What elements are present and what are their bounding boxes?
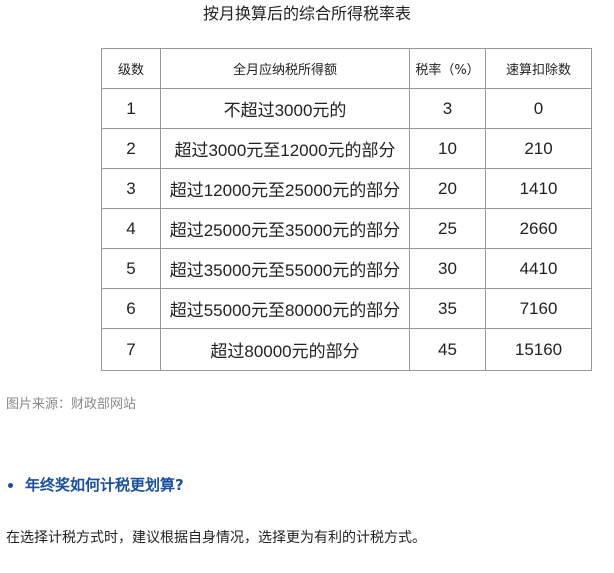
cell-tax-rate: 20: [409, 168, 486, 209]
cell-tax-rate: 10: [409, 128, 486, 169]
cell-tax-rate: 3: [409, 88, 486, 129]
cell-level: 3: [101, 168, 161, 209]
cell-quick-deduction: 1410: [485, 168, 592, 209]
table-row: 1 不超过3000元的 3 0: [101, 88, 592, 129]
cell-quick-deduction: 2660: [485, 208, 592, 249]
cell-level: 2: [101, 128, 161, 169]
bullet-icon: [8, 482, 13, 488]
section-heading: 年终奖如何计税更划算?: [8, 474, 184, 496]
image-source-caption: 图片来源：财政部网站: [6, 397, 137, 412]
table-title: 按月换算后的综合所得税率表: [202, 4, 411, 23]
table-row: 6 超过55000元至80000元的部分 35 7160: [101, 288, 592, 329]
cell-tax-rate: 45: [409, 328, 486, 371]
cell-taxable-income: 不超过3000元的: [160, 88, 410, 129]
section-heading-text: 年终奖如何计税更划算?: [25, 476, 184, 494]
table-row: 2 超过3000元至12000元的部分 10 210: [101, 128, 592, 169]
cell-level: 1: [101, 88, 161, 129]
cell-tax-rate: 35: [409, 288, 486, 329]
body-paragraph: 在选择计税方式时，建议根据自身情况，选择更为有利的计税方式。: [6, 530, 426, 546]
cell-quick-deduction: 15160: [485, 328, 592, 371]
cell-taxable-income: 超过35000元至55000元的部分: [160, 248, 410, 289]
cell-tax-rate: 30: [409, 248, 486, 289]
cell-tax-rate: 25: [409, 208, 486, 249]
cell-quick-deduction: 7160: [485, 288, 592, 329]
cell-quick-deduction: 0: [485, 88, 592, 129]
cell-level: 4: [101, 208, 161, 249]
cell-quick-deduction: 210: [485, 128, 592, 169]
cell-taxable-income: 超过3000元至12000元的部分: [160, 128, 410, 169]
table-row: 3 超过12000元至25000元的部分 20 1410: [101, 168, 592, 209]
cell-taxable-income: 超过80000元的部分: [160, 328, 410, 371]
cell-quick-deduction: 4410: [485, 248, 592, 289]
cell-level: 6: [101, 288, 161, 329]
cell-taxable-income: 超过25000元至35000元的部分: [160, 208, 410, 249]
cell-level: 7: [101, 328, 161, 371]
cell-level: 5: [101, 248, 161, 289]
header-quick-deduction: 速算扣除数: [485, 48, 592, 89]
cell-taxable-income: 超过55000元至80000元的部分: [160, 288, 410, 329]
header-taxable-income: 全月应纳税所得额: [160, 48, 410, 89]
table-header-row: 级数 全月应纳税所得额 税率（%） 速算扣除数: [101, 48, 592, 89]
table-row: 4 超过25000元至35000元的部分 25 2660: [101, 208, 592, 249]
cell-taxable-income: 超过12000元至25000元的部分: [160, 168, 410, 209]
tax-rate-table: 级数 全月应纳税所得额 税率（%） 速算扣除数 1 不超过3000元的 3 0 …: [101, 48, 592, 371]
header-tax-rate: 税率（%）: [409, 48, 486, 89]
table-row: 5 超过35000元至55000元的部分 30 4410: [101, 248, 592, 289]
table-row: 7 超过80000元的部分 45 15160: [101, 328, 592, 371]
header-level: 级数: [101, 48, 161, 89]
